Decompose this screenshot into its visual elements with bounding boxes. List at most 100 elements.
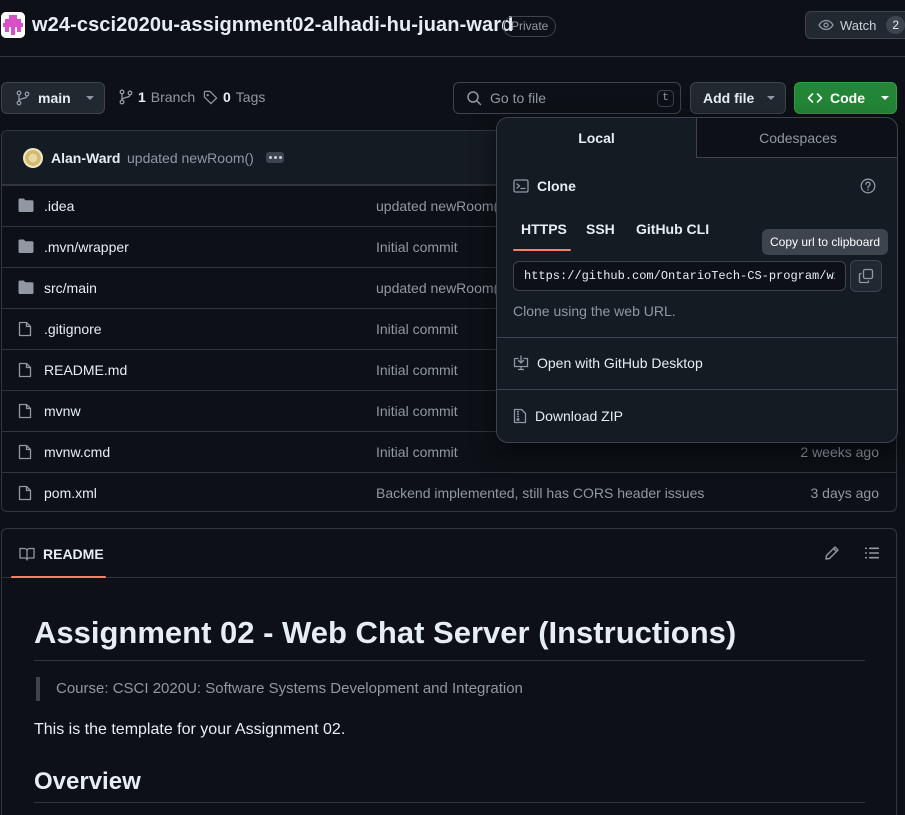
active-tab-underline xyxy=(513,249,571,251)
folder-icon xyxy=(18,198,34,213)
copy-tooltip: Copy url to clipboard xyxy=(762,229,889,255)
code-button[interactable]: Code xyxy=(794,82,897,114)
file-name[interactable]: src/main xyxy=(44,280,97,296)
eye-icon xyxy=(818,17,834,33)
book-icon xyxy=(19,547,35,561)
code-label: Code xyxy=(830,90,865,106)
readme-tab[interactable]: README xyxy=(11,529,106,578)
keyboard-shortcut-hint: t xyxy=(657,90,674,107)
file-name[interactable]: README.md xyxy=(44,362,127,378)
watch-label: Watch xyxy=(840,17,877,33)
add-file-button[interactable]: Add file xyxy=(690,82,786,114)
file-commit-message[interactable]: updated newRoom() xyxy=(376,198,503,214)
file-icon xyxy=(18,362,32,378)
readme-blockquote: Course: CSCI 2020U: Software Systems Dev… xyxy=(36,677,523,701)
git-branch-icon xyxy=(119,89,133,105)
search-icon xyxy=(466,90,482,106)
terminal-icon xyxy=(513,178,529,194)
chevron-down-icon xyxy=(766,95,776,101)
file-commit-message[interactable]: Initial commit xyxy=(376,321,458,337)
chevron-down-icon xyxy=(85,95,95,101)
git-branch-icon xyxy=(16,90,30,106)
desktop-download-icon xyxy=(513,355,529,371)
file-icon xyxy=(18,403,32,419)
file-name[interactable]: .gitignore xyxy=(44,321,102,337)
file-commit-message[interactable]: Initial commit xyxy=(376,239,458,255)
tags-link[interactable]: 0 Tags xyxy=(203,89,265,105)
protocol-tab-ssh[interactable]: SSH xyxy=(586,221,615,237)
readme-header: README xyxy=(2,529,896,578)
branch-label: Branch xyxy=(150,89,196,105)
tab-local[interactable]: Local xyxy=(497,118,697,158)
readme-tab-label: README xyxy=(43,545,104,562)
readme-paragraph: This is the template for your Assignment… xyxy=(34,721,346,738)
active-tab-underline xyxy=(11,576,106,578)
pencil-icon[interactable] xyxy=(824,545,840,561)
file-commit-message[interactable]: Initial commit xyxy=(376,444,458,460)
file-icon xyxy=(18,485,32,501)
download-zip-button[interactable]: Download ZIP xyxy=(513,408,623,424)
question-icon[interactable] xyxy=(860,178,876,194)
open-desktop-label: Open with GitHub Desktop xyxy=(537,355,703,371)
file-commit-message[interactable]: Backend implemented, still has CORS head… xyxy=(376,485,704,501)
readme-heading: Assignment 02 - Web Chat Server (Instruc… xyxy=(34,615,737,650)
header-divider xyxy=(0,56,905,57)
go-to-file-input[interactable] xyxy=(490,90,640,106)
file-icon xyxy=(18,444,32,460)
clone-heading: Clone xyxy=(513,178,576,194)
add-file-label: Add file xyxy=(703,90,755,106)
file-name[interactable]: .idea xyxy=(44,198,74,214)
branches-link[interactable]: 1 Branch xyxy=(119,89,195,105)
copy-icon xyxy=(858,268,874,284)
watch-button[interactable]: Watch 2 xyxy=(805,11,905,39)
file-name[interactable]: .mvn/wrapper xyxy=(44,239,129,255)
readme-panel: README Assignment 02 - Web Chat Server (… xyxy=(1,528,897,815)
file-age: 3 days ago xyxy=(810,485,880,501)
repo-name-link[interactable]: w24-csci2020u-assignment02-alhadi-hu-jua… xyxy=(32,14,513,37)
file-name[interactable]: mvnw.cmd xyxy=(44,444,110,460)
folder-icon xyxy=(18,239,34,254)
folder-icon xyxy=(18,280,34,295)
file-age: 2 weeks ago xyxy=(800,444,879,460)
readme-subheading: Overview xyxy=(34,768,141,795)
file-icon xyxy=(18,321,32,337)
file-name[interactable]: pom.xml xyxy=(44,485,97,501)
protocol-tab-cli[interactable]: GitHub CLI xyxy=(636,221,709,237)
tag-label: Tags xyxy=(235,89,266,105)
tag-icon xyxy=(203,90,218,105)
copy-url-button[interactable] xyxy=(850,260,882,292)
file-zip-icon xyxy=(513,408,527,424)
clone-title: Clone xyxy=(537,178,576,194)
branch-name: main xyxy=(38,90,71,106)
file-commit-message[interactable]: Initial commit xyxy=(376,403,458,419)
protocol-tab-https[interactable]: HTTPS xyxy=(521,221,567,237)
code-dropdown-panel: Local Codespaces Clone HTTPS SSH GitHub … xyxy=(496,117,898,443)
commit-author-avatar[interactable] xyxy=(23,148,43,168)
chevron-down-icon xyxy=(880,95,890,101)
watch-count: 2 xyxy=(886,16,905,34)
panel-divider xyxy=(497,337,897,338)
go-to-file-search[interactable]: t xyxy=(453,82,681,114)
visibility-badge: Private xyxy=(503,16,557,37)
commit-message[interactable]: updated newRoom() xyxy=(127,150,254,166)
file-commit-message[interactable]: Initial commit xyxy=(376,362,458,378)
repo-owner-avatar[interactable] xyxy=(1,12,25,38)
commit-author[interactable]: Alan-Ward xyxy=(51,150,120,166)
code-icon xyxy=(807,90,823,106)
clone-url-field[interactable] xyxy=(513,261,846,291)
download-zip-label: Download ZIP xyxy=(535,408,623,424)
panel-divider xyxy=(497,389,897,390)
commit-details-toggle[interactable] xyxy=(266,152,284,163)
clone-hint: Clone using the web URL. xyxy=(513,303,676,319)
open-with-desktop-button[interactable]: Open with GitHub Desktop xyxy=(513,355,703,371)
tab-codespaces[interactable]: Codespaces xyxy=(697,118,897,158)
heading-rule xyxy=(34,802,865,803)
heading-rule xyxy=(34,660,865,661)
list-unordered-icon[interactable] xyxy=(864,545,880,561)
file-name[interactable]: mvnw xyxy=(44,403,81,419)
file-row[interactable]: pom.xml Backend implemented, still has C… xyxy=(2,472,896,511)
branch-selector[interactable]: main xyxy=(1,82,105,114)
file-commit-message[interactable]: updated newRoom() xyxy=(376,280,503,296)
tag-count: 0 xyxy=(223,89,231,105)
branch-count: 1 xyxy=(138,89,146,105)
